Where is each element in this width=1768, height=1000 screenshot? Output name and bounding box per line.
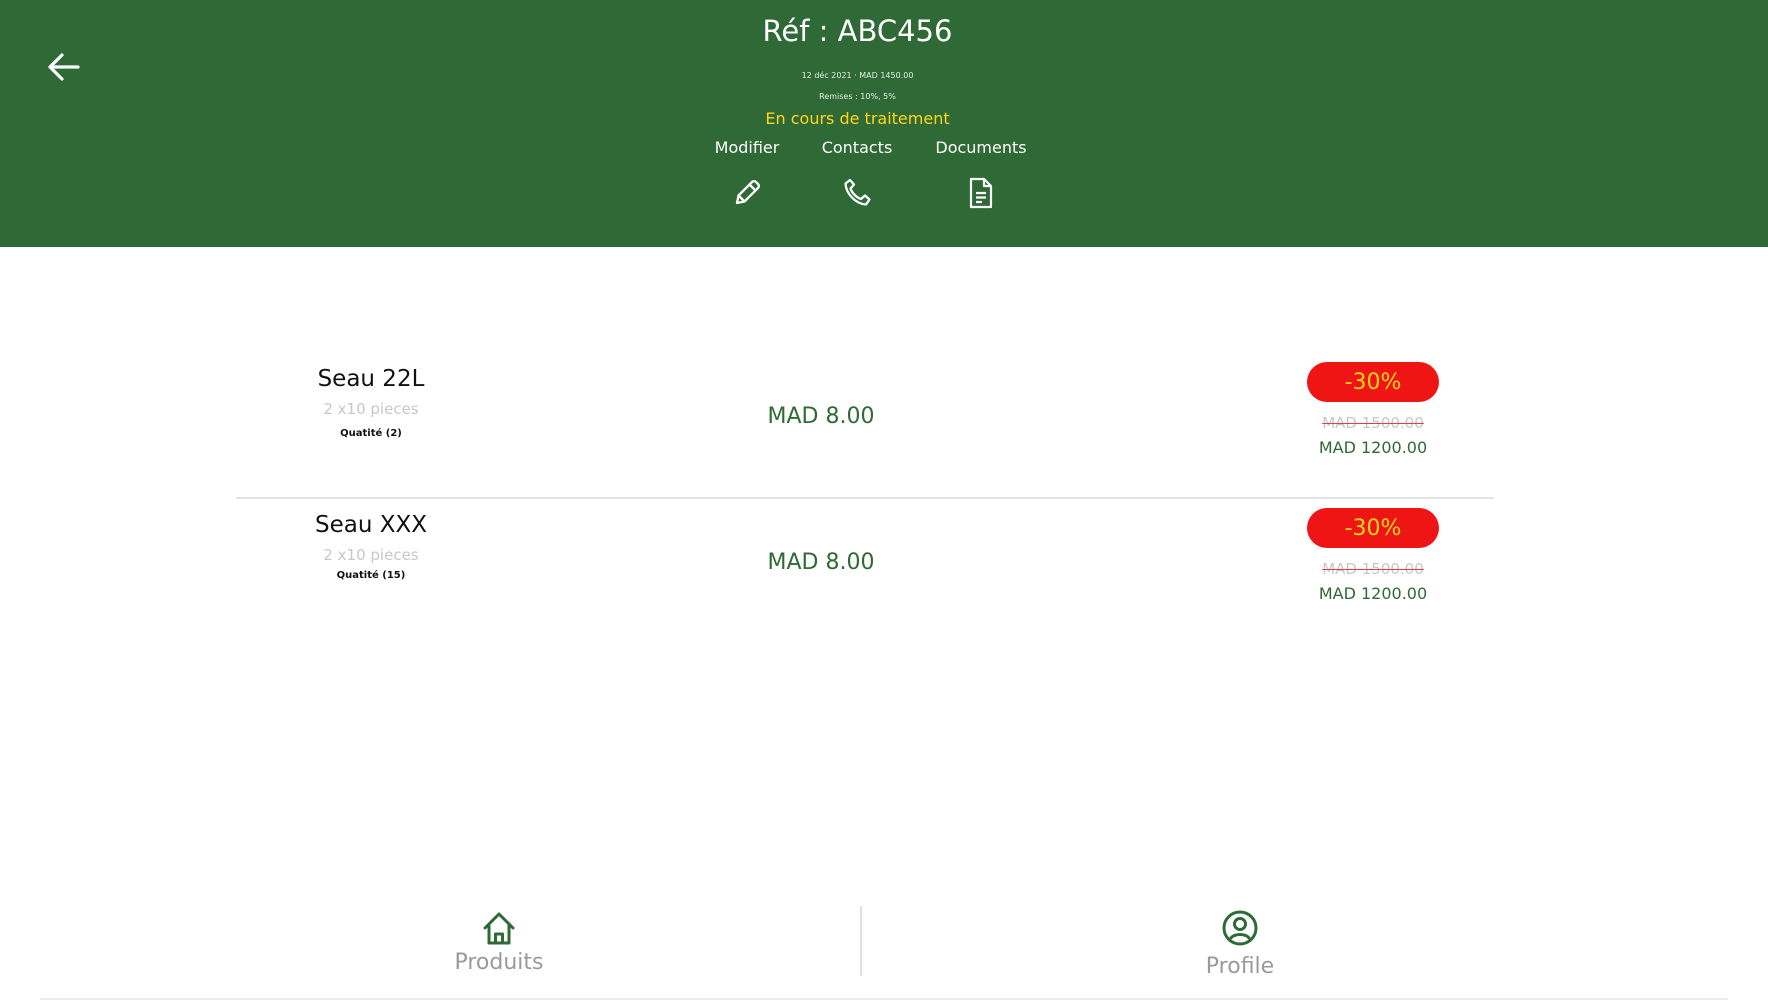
nav-divider (860, 906, 862, 976)
old-price: MAD 1500.00 (1322, 414, 1424, 432)
home-icon (483, 912, 515, 945)
document-icon (969, 177, 993, 209)
header: Réf : ABC456 12 déc 2021 · MAD 1450.00 R… (0, 0, 1768, 247)
order-discount-line: Remises : 10%, 5% (819, 92, 896, 101)
order-meta-line: 12 déc 2021 · MAD 1450.00 (801, 71, 914, 80)
old-price: MAD 1500.00 (1322, 560, 1424, 578)
product-unit-price: MAD 8.00 (767, 404, 875, 429)
tab-produits[interactable]: Produits (349, 898, 649, 988)
product-unit-price: MAD 8.00 (767, 550, 875, 575)
tab-profile[interactable]: Profile (1090, 898, 1390, 988)
new-price: MAD 1200.00 (1318, 584, 1428, 603)
order-status: En cours de traitement (765, 109, 950, 128)
discount-badge: -30% (1307, 508, 1439, 548)
new-price: MAD 1200.00 (1318, 438, 1428, 457)
product-row[interactable]: Seau 22L 2 x10 pieces Quatité (2) MAD 8.… (236, 352, 1494, 499)
product-row[interactable]: Seau XXX 2 x10 pieces Quatité (15) MAD 8… (236, 498, 1494, 643)
contacts-label: Contacts (821, 138, 893, 157)
documents-button[interactable]: Documents (911, 137, 1051, 217)
product-name: Seau XXX (314, 512, 427, 538)
product-quantity: Quatité (2) (340, 428, 402, 439)
product-pricing: -30% MAD 1500.00 MAD 1200.00 (1307, 508, 1439, 603)
tab-produits-label: Produits (454, 950, 544, 975)
documents-label: Documents (935, 138, 1027, 157)
product-pricing: -30% MAD 1500.00 MAD 1200.00 (1307, 362, 1439, 457)
phone-icon (844, 178, 871, 206)
discount-badge: -30% (1307, 362, 1439, 402)
back-button[interactable] (40, 44, 86, 90)
product-name: Seau 22L (317, 366, 425, 392)
product-quantity: Quatité (15) (336, 570, 406, 581)
product-info: Seau XXX 2 x10 pieces Quatité (15) (286, 512, 456, 581)
tab-profile-label: Profile (1205, 954, 1275, 979)
modifier-label: Modifier (714, 138, 780, 157)
pencil-icon (735, 180, 760, 205)
product-info: Seau 22L 2 x10 pieces Quatité (2) (286, 366, 456, 439)
product-packaging: 2 x10 pieces (323, 400, 419, 418)
product-packaging: 2 x10 pieces (323, 546, 419, 564)
user-circle-icon (1222, 910, 1258, 946)
bottom-navigation: Produits Profile (40, 898, 1728, 1000)
contacts-button[interactable]: Contacts (787, 137, 927, 217)
page-title: Réf : ABC456 (762, 14, 953, 48)
